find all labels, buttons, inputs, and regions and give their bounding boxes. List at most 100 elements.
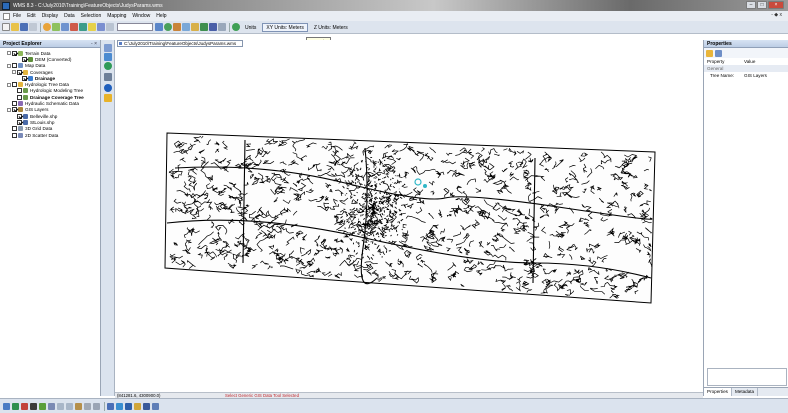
plot-icon[interactable] [209, 23, 217, 31]
visibility-checkbox[interactable] [17, 69, 22, 75]
gis-tool-icon[interactable] [84, 402, 91, 410]
expand-toggle-icon[interactable] [7, 63, 11, 68]
zoom-icon[interactable] [191, 23, 199, 31]
expand-toggle-icon[interactable] [12, 70, 16, 75]
arrow-icon[interactable] [79, 23, 87, 31]
expand-toggle-icon[interactable] [7, 82, 11, 87]
fill-icon[interactable] [155, 23, 163, 31]
selection-point [423, 184, 427, 188]
visibility-checkbox[interactable] [17, 113, 22, 119]
select-cursor-icon[interactable] [104, 94, 112, 102]
z-units-button[interactable]: Z Units: Meters [310, 23, 352, 32]
menu-help[interactable]: Help [153, 13, 169, 19]
visibility-checkbox[interactable] [17, 119, 22, 125]
layers-icon[interactable] [97, 23, 105, 31]
maximize-button[interactable]: □ [757, 1, 767, 9]
new-file-icon[interactable] [2, 23, 10, 31]
gis-map-canvas[interactable] [115, 48, 703, 392]
visibility-checkbox[interactable] [12, 132, 17, 138]
properties-panel: Properties Property Value General Tree N… [703, 40, 788, 396]
select-tree-icon[interactable] [104, 44, 112, 52]
minimize-button[interactable]: – [746, 1, 756, 9]
rotate-icon[interactable] [173, 23, 181, 31]
tree-item-label: StLouis.shp [30, 119, 55, 125]
select-gis-icon[interactable] [104, 73, 112, 81]
menu-selection[interactable]: Selection [78, 13, 105, 19]
create-point-icon[interactable] [104, 62, 112, 70]
tree-tool-icon[interactable] [39, 402, 46, 410]
visibility-checkbox[interactable] [12, 107, 17, 113]
grid-icon[interactable] [106, 23, 114, 31]
grid-icon [18, 126, 23, 132]
window-controls: – □ × [746, 1, 784, 9]
panel-controls[interactable]: - × [91, 40, 97, 48]
project-explorer-title: Project Explorer [3, 41, 42, 47]
tab-metadata[interactable]: Metadata [732, 388, 759, 396]
schem-icon [18, 101, 23, 107]
select-icon[interactable] [70, 23, 78, 31]
units-label[interactable]: Units [241, 23, 260, 32]
tab-properties[interactable]: Properties [704, 388, 732, 396]
terrain-icon[interactable] [52, 23, 60, 31]
scatter-tool-icon[interactable] [66, 402, 73, 410]
line-tool-icon[interactable] [3, 402, 10, 410]
map-view[interactable] [115, 48, 703, 392]
file-path-bar: C:\July2010\Training\FeatureObjects\Judy… [115, 40, 703, 48]
save-icon[interactable] [20, 23, 28, 31]
property-description-box [707, 368, 787, 386]
grid-tool-icon[interactable] [57, 402, 64, 410]
close-button[interactable]: × [768, 1, 784, 9]
visibility-checkbox[interactable] [12, 101, 17, 107]
expand-toggle-icon[interactable] [7, 51, 11, 56]
menu-mapping[interactable]: Mapping [104, 13, 129, 19]
categorized-icon[interactable] [706, 49, 713, 57]
model-tool-icon[interactable] [93, 402, 100, 410]
display-options-icon[interactable] [218, 23, 226, 31]
map-tool-icon[interactable] [12, 402, 19, 410]
visibility-checkbox[interactable] [12, 63, 17, 69]
property-group-general[interactable]: General [704, 65, 788, 72]
pan-icon[interactable] [182, 23, 190, 31]
property-row[interactable]: Tree Name: GIS Layers [704, 72, 788, 79]
menu-display[interactable]: Display [39, 13, 61, 19]
visibility-checkbox[interactable] [17, 94, 22, 100]
menu-window[interactable]: Window [129, 13, 153, 19]
title-bar: WMS 8.3 - C:\July2010\Training\FeatureOb… [0, 0, 788, 11]
circle-tool-icon[interactable] [21, 402, 28, 410]
basin-tool-icon[interactable] [125, 402, 132, 410]
tree-item-label: Hydrologic Modeling Tree [30, 88, 84, 94]
refresh-icon[interactable] [164, 23, 172, 31]
hydro-tool-icon[interactable] [134, 402, 141, 410]
visibility-checkbox[interactable] [12, 126, 17, 132]
chart-tool-icon[interactable] [152, 402, 159, 410]
visibility-checkbox[interactable] [22, 56, 27, 62]
text-tool-icon[interactable] [30, 402, 37, 410]
print-icon[interactable] [29, 23, 37, 31]
menu-file[interactable]: File [10, 13, 24, 19]
overlay-tool-icon[interactable] [143, 402, 150, 410]
visibility-checkbox[interactable] [17, 88, 22, 94]
image-icon[interactable] [61, 23, 69, 31]
menu-edit[interactable]: Edit [24, 13, 39, 19]
visibility-checkbox[interactable] [12, 82, 17, 88]
zoom-combo[interactable] [117, 23, 153, 31]
info-icon[interactable] [104, 84, 112, 92]
visibility-checkbox[interactable] [22, 75, 27, 81]
xy-units-button[interactable]: XY Units: Meters [262, 22, 308, 32]
menu-data[interactable]: Data [61, 13, 78, 19]
select-line-icon[interactable] [104, 53, 112, 61]
open-folder-icon[interactable] [11, 23, 19, 31]
globe-icon[interactable] [43, 23, 51, 31]
alphabetical-icon[interactable] [715, 49, 722, 57]
tree-item[interactable]: 2D Scatter Data [0, 132, 100, 138]
folder-icon[interactable] [88, 23, 96, 31]
watershed-tool-icon[interactable] [116, 402, 123, 410]
raster-tool-icon[interactable] [48, 402, 55, 410]
frame-icon[interactable] [200, 23, 208, 31]
mesh-tool-icon[interactable] [75, 402, 82, 410]
visibility-checkbox[interactable] [12, 50, 17, 56]
expand-toggle-icon[interactable] [7, 107, 11, 112]
main-toolbar: Units XY Units: Meters Z Units: Meters [0, 21, 788, 34]
document-window-controls[interactable]: - ◆ x [771, 12, 782, 18]
stream-tool-icon[interactable] [107, 402, 114, 410]
